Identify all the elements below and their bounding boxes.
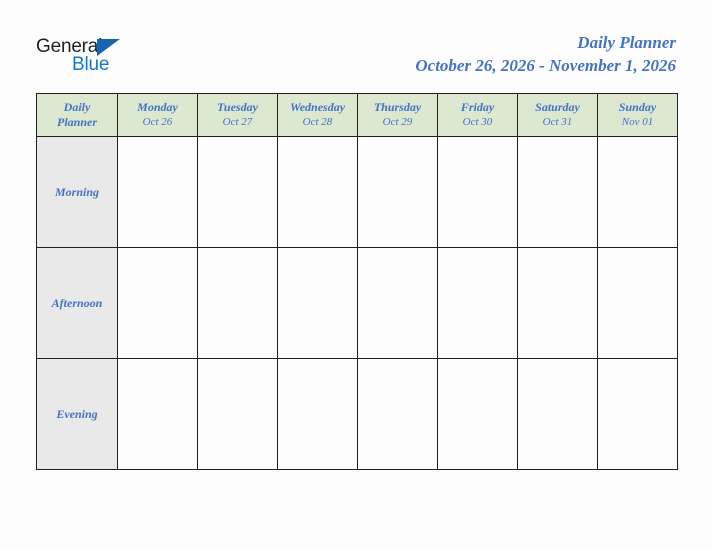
slot-morning-thursday[interactable] [357,136,438,248]
day-header-tuesday: Tuesday Oct 27 [197,93,278,137]
slot-morning-wednesday[interactable] [277,136,358,248]
day-header-wednesday: Wednesday Oct 28 [277,93,358,137]
header-corner-cell: Daily Planner [36,93,118,137]
day-date: Nov 01 [621,116,654,128]
day-name: Monday [137,100,178,114]
day-date: Oct 31 [542,116,573,128]
page-header: General Blue Daily Planner October 26, 2… [0,0,712,92]
slot-evening-thursday[interactable] [357,358,438,470]
row-label-afternoon: Afternoon [36,247,118,359]
day-name: Sunday [618,100,657,114]
slot-afternoon-tuesday[interactable] [197,247,278,359]
slot-morning-saturday[interactable] [517,136,598,248]
slot-afternoon-thursday[interactable] [357,247,438,359]
slot-morning-friday[interactable] [437,136,518,248]
slot-morning-monday[interactable] [117,136,198,248]
slot-afternoon-saturday[interactable] [517,247,598,359]
planner-row-morning: Morning [36,136,678,248]
planner-header-row: Daily Planner Monday Oct 26 Tuesday Oct … [36,93,678,137]
day-date: Oct 26 [142,116,173,128]
day-date: Oct 27 [222,116,253,128]
day-header-sunday: Sunday Nov 01 [597,93,678,137]
day-name: Tuesday [217,100,258,114]
day-date: Oct 29 [382,116,413,128]
generalblue-logo[interactable]: General Blue [36,36,146,82]
page-title: Daily Planner [577,33,676,52]
corner-label-line1: Daily [63,100,91,114]
slot-afternoon-friday[interactable] [437,247,518,359]
planner-table: Daily Planner Monday Oct 26 Tuesday Oct … [36,93,678,470]
row-label-text: Evening [56,407,98,421]
day-date: Oct 30 [462,116,493,128]
day-name: Saturday [535,100,580,114]
row-label-text: Morning [54,185,100,199]
day-header-saturday: Saturday Oct 31 [517,93,598,137]
planner-table-wrapper: Daily Planner Monday Oct 26 Tuesday Oct … [36,93,678,470]
slot-morning-sunday[interactable] [597,136,678,248]
day-name: Thursday [373,100,422,114]
slot-evening-friday[interactable] [437,358,518,470]
slot-evening-saturday[interactable] [517,358,598,470]
slot-afternoon-sunday[interactable] [597,247,678,359]
planner-row-afternoon: Afternoon [36,247,678,359]
slot-evening-wednesday[interactable] [277,358,358,470]
slot-afternoon-wednesday[interactable] [277,247,358,359]
day-name: Wednesday [289,100,346,114]
daily-planner-page: General Blue Daily Planner October 26, 2… [0,0,712,550]
slot-afternoon-monday[interactable] [117,247,198,359]
day-name: Friday [460,100,495,114]
slot-evening-monday[interactable] [117,358,198,470]
slot-evening-sunday[interactable] [597,358,678,470]
row-label-text: Afternoon [51,296,103,310]
row-label-morning: Morning [36,136,118,248]
day-header-monday: Monday Oct 26 [117,93,198,137]
row-label-evening: Evening [36,358,118,470]
slot-morning-tuesday[interactable] [197,136,278,248]
page-date-range: October 26, 2026 - November 1, 2026 [415,56,676,75]
logo-text-blue: Blue [72,54,110,75]
day-date: Oct 28 [302,116,333,128]
corner-label-line2: Planner [56,115,97,129]
day-header-friday: Friday Oct 30 [437,93,518,137]
planner-row-evening: Evening [36,358,678,470]
title-block: Daily Planner October 26, 2026 - Novembe… [415,32,676,78]
slot-evening-tuesday[interactable] [197,358,278,470]
day-header-thursday: Thursday Oct 29 [357,93,438,137]
